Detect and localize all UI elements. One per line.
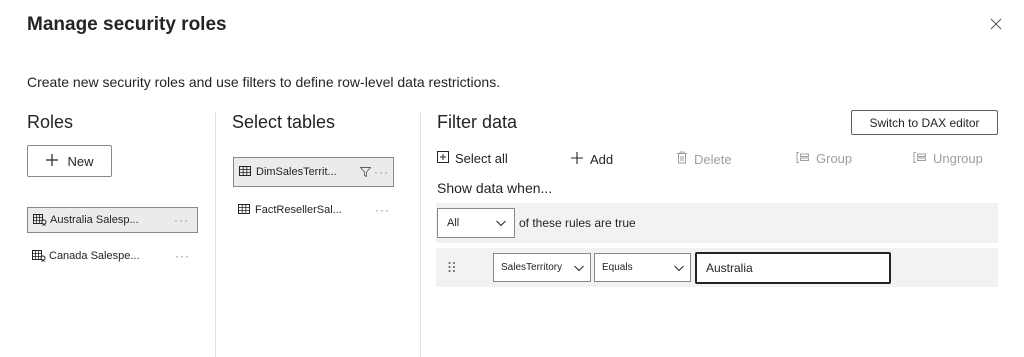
match-mode-value: All <box>447 217 460 229</box>
tables-title: Select tables <box>232 112 336 132</box>
table-icon <box>238 204 252 216</box>
chevron-down-icon <box>573 262 585 277</box>
rule-operator-dropdown[interactable]: Equals <box>594 253 691 282</box>
role-icon <box>33 214 47 226</box>
table-item-label: DimSalesTerrit... <box>256 166 337 178</box>
rule-column-dropdown[interactable]: SalesTerritory <box>493 253 591 282</box>
drag-handle-icon[interactable] <box>447 260 457 274</box>
role-more-button[interactable]: ··· <box>174 213 189 227</box>
switch-to-dax-button[interactable]: Switch to DAX editor <box>851 110 998 135</box>
rule-column-value: SalesTerritory <box>501 262 563 273</box>
role-item-label: Australia Salesp... <box>50 214 139 226</box>
match-mode-dropdown[interactable]: All <box>437 208 515 238</box>
role-item-canada[interactable]: Canada Salespe... ··· <box>27 243 198 269</box>
table-item-dimsalesterritory[interactable]: DimSalesTerrit... ··· <box>233 157 394 187</box>
rule-operator-value: Equals <box>602 262 633 273</box>
delete-icon <box>676 151 688 167</box>
filter-title: Filter data <box>437 112 518 132</box>
add-rule-label: Add <box>590 152 614 167</box>
group-button[interactable]: Group <box>796 151 852 166</box>
roles-divider <box>215 112 216 357</box>
new-role-button[interactable]: New <box>27 145 112 177</box>
close-button[interactable] <box>988 16 1004 32</box>
group-label: Group <box>816 151 853 166</box>
select-all-icon <box>437 151 449 166</box>
plus-icon <box>570 151 584 168</box>
ungroup-icon <box>913 151 927 166</box>
dialog-title: Manage security roles <box>27 14 227 35</box>
group-icon <box>796 151 810 166</box>
table-item-factresellersales[interactable]: FactResellerSal... ··· <box>233 197 394 223</box>
ungroup-label: Ungroup <box>933 151 983 166</box>
role-item-label: Canada Salespe... <box>49 250 140 262</box>
rules-match-label: of these rules are true <box>519 216 636 230</box>
add-rule-button[interactable]: Add <box>570 151 613 168</box>
select-all-label: Select all <box>455 151 508 166</box>
table-more-button[interactable]: ··· <box>374 165 389 179</box>
delete-rule-button[interactable]: Delete <box>676 151 732 167</box>
new-role-label: New <box>67 153 94 169</box>
chevron-down-icon <box>673 262 685 277</box>
plus-icon <box>45 152 59 171</box>
role-item-australia[interactable]: Australia Salesp... ··· <box>27 207 198 233</box>
filter-icon <box>359 167 372 180</box>
show-data-when-label: Show data when... <box>437 180 553 196</box>
delete-rule-label: Delete <box>694 151 732 167</box>
roles-title: Roles <box>27 112 74 132</box>
role-icon <box>32 250 46 262</box>
rule-value-input[interactable] <box>695 252 891 284</box>
table-more-button[interactable]: ··· <box>375 203 390 217</box>
ungroup-button[interactable]: Ungroup <box>913 151 983 166</box>
chevron-down-icon <box>495 217 507 232</box>
tables-divider <box>420 112 421 357</box>
select-all-button[interactable]: Select all <box>437 151 508 166</box>
close-icon <box>990 18 1002 30</box>
table-item-label: FactResellerSal... <box>255 204 342 216</box>
dialog-subtitle: Create new security roles and use filter… <box>27 74 501 90</box>
table-icon <box>239 166 253 178</box>
role-more-button[interactable]: ··· <box>175 249 190 263</box>
